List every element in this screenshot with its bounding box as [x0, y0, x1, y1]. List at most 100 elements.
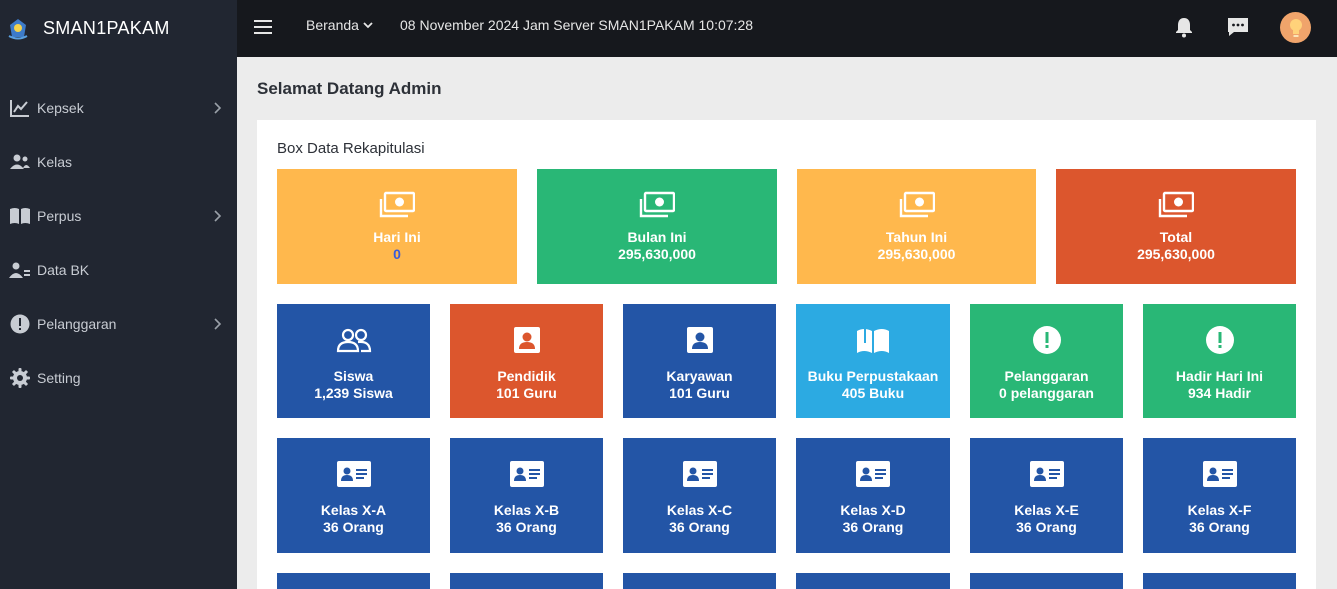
tile-value: 36 Orang [1016, 519, 1077, 535]
class-tile[interactable] [1143, 573, 1296, 589]
stat-tile-karyawan[interactable]: Karyawan 101 Guru [623, 304, 776, 418]
id-card-icon [682, 458, 718, 490]
sidebar-item-label: Data BK [37, 262, 90, 278]
tile-value: 36 Orang [1189, 519, 1250, 535]
hamburger-menu-icon[interactable] [254, 18, 274, 36]
chevron-down-icon [363, 22, 373, 29]
tile-value: 295,630,000 [1137, 246, 1215, 262]
chevron-right-icon [214, 210, 222, 222]
stat-tile-pendidik[interactable]: Pendidik 101 Guru [450, 304, 603, 418]
class-tile[interactable] [277, 573, 430, 589]
tile-label: Kelas X-F [1187, 502, 1252, 518]
tile-value: 0 [393, 246, 401, 262]
user-badge-icon [513, 324, 541, 356]
tile-label: Total [1159, 229, 1193, 245]
tile-value: 295,630,000 [618, 246, 696, 262]
class-tile[interactable] [796, 573, 950, 589]
tile-value: 36 Orang [496, 519, 557, 535]
tile-label: Tahun Ini [885, 229, 948, 245]
sidebar-item-perpus[interactable]: Perpus [0, 189, 237, 243]
tile-value: 405 Buku [841, 385, 905, 401]
money-bill-icon [1158, 189, 1194, 221]
class-tile[interactable] [450, 573, 603, 589]
users-outline-icon [336, 324, 372, 356]
tile-label: Kelas X-E [1014, 502, 1079, 518]
sidebar-item-data-bk[interactable]: Data BK [0, 243, 237, 297]
book-open-icon [9, 205, 31, 227]
sidebar-item-kelas[interactable]: Kelas [0, 135, 237, 189]
card-title: Box Data Rekapitulasi [277, 140, 425, 157]
sidebar-item-label: Setting [37, 370, 81, 386]
tile-value: 101 Guru [669, 385, 730, 401]
users-icon [9, 151, 31, 173]
stat-tile-siswa[interactable]: Siswa 1,239 Siswa [277, 304, 430, 418]
tile-value: 0 pelanggaran [999, 385, 1094, 401]
chevron-right-icon [214, 318, 222, 330]
id-card-icon [855, 458, 891, 490]
stat-tile-pelanggaran[interactable]: Pelanggaran 0 pelanggaran [970, 304, 1123, 418]
avatar[interactable] [1280, 12, 1311, 43]
tile-value: 934 Hadir [1187, 385, 1252, 401]
sidebar-item-pelanggaran[interactable]: Pelanggaran [0, 297, 237, 351]
id-card-icon [336, 458, 372, 490]
money-bill-icon [379, 189, 415, 221]
user-badge-icon [686, 324, 714, 356]
topbar: Beranda 08 November 2024 Jam Server SMAN… [237, 0, 1337, 57]
sidebar-item-label: Pelanggaran [37, 316, 117, 332]
sidebar-item-label: Kelas [37, 154, 73, 170]
class-tile[interactable] [970, 573, 1123, 589]
sidebar: SMAN1PAKAM Kepsek Kelas Perpus Data BK P… [0, 0, 237, 589]
exclamation-circle-icon [1205, 324, 1235, 356]
home-dropdown-label: Beranda [306, 17, 359, 33]
chat-icon[interactable] [1226, 15, 1250, 39]
class-tile-x-b[interactable]: Kelas X-B 36 Orang [450, 438, 603, 553]
tile-label: Pendidik [497, 368, 556, 384]
tile-value: 36 Orang [323, 519, 384, 535]
class-tile-x-a[interactable]: Kelas X-A 36 Orang [277, 438, 430, 553]
server-time: 08 November 2024 Jam Server SMAN1PAKAM 1… [400, 17, 754, 33]
tile-label: Bulan Ini [627, 229, 687, 245]
home-dropdown[interactable]: Beranda [306, 17, 373, 33]
class-tile-x-e[interactable]: Kelas X-E 36 Orang [970, 438, 1123, 553]
tile-label: Kelas X-A [320, 502, 387, 518]
exclamation-circle-icon [9, 313, 31, 335]
gear-icon [9, 367, 31, 389]
sidebar-item-kepsek[interactable]: Kepsek [0, 81, 237, 135]
class-tile[interactable] [623, 573, 776, 589]
lightbulb-icon [1289, 18, 1302, 37]
money-bill-icon [899, 189, 935, 221]
chevron-right-icon [214, 102, 222, 114]
tile-label: Hadir Hari Ini [1175, 368, 1264, 384]
chart-line-icon [9, 97, 31, 119]
user-cog-icon [9, 259, 31, 281]
tile-value: 295,630,000 [877, 246, 956, 262]
main-content: Selamat Datang Admin Box Data Rekapitula… [237, 57, 1337, 589]
sidebar-menu: Kepsek Kelas Perpus Data BK Pelanggaran … [0, 81, 237, 405]
tile-value: 36 Orang [842, 519, 904, 535]
page-title: Selamat Datang Admin [257, 79, 442, 98]
bell-icon[interactable] [1172, 15, 1196, 39]
money-bill-icon [639, 189, 675, 221]
finance-tile-bulan-ini[interactable]: Bulan Ini 295,630,000 [537, 169, 777, 284]
stat-tile-hadir-hari-ini[interactable]: Hadir Hari Ini 934 Hadir [1143, 304, 1296, 418]
class-tile-x-d[interactable]: Kelas X-D 36 Orang [796, 438, 950, 553]
finance-tile-hari-ini[interactable]: Hari Ini 0 [277, 169, 517, 284]
tile-label: Kelas X-B [493, 502, 560, 518]
stat-tile-buku-perpustakaan[interactable]: Buku Perpustakaan 405 Buku [796, 304, 950, 418]
tile-value: 101 Guru [496, 385, 557, 401]
class-tile-x-f[interactable]: Kelas X-F 36 Orang [1143, 438, 1296, 553]
tile-label: Kelas X-C [666, 502, 733, 518]
book-open-icon [855, 324, 891, 356]
id-card-icon [509, 458, 545, 490]
id-card-icon [1029, 458, 1065, 490]
tile-label: Pelanggaran [1004, 368, 1089, 384]
finance-tile-total[interactable]: Total 295,630,000 [1056, 169, 1296, 284]
brand[interactable]: SMAN1PAKAM [0, 0, 237, 57]
tile-label: Karyawan [666, 368, 733, 384]
finance-tile-tahun-ini[interactable]: Tahun Ini 295,630,000 [797, 169, 1036, 284]
class-tile-x-c[interactable]: Kelas X-C 36 Orang [623, 438, 776, 553]
sidebar-item-label: Kepsek [37, 100, 84, 116]
sidebar-item-setting[interactable]: Setting [0, 351, 237, 405]
tile-value: 1,239 Siswa [314, 385, 393, 401]
id-card-icon [1202, 458, 1238, 490]
